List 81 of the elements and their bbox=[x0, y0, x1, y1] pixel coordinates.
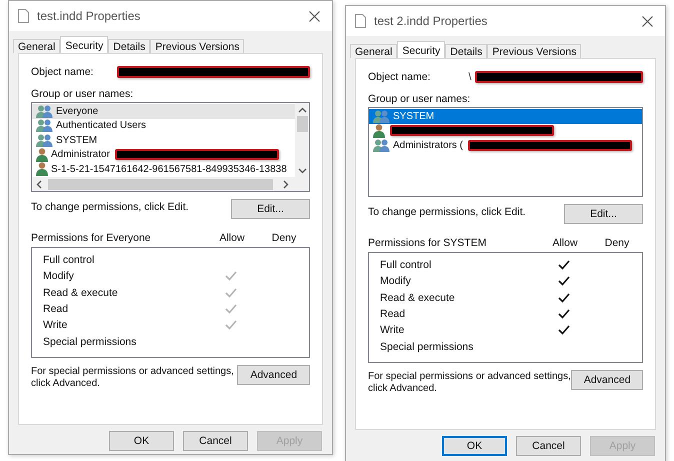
tab[interactable]: Previous Versions bbox=[487, 44, 582, 58]
user-list-item[interactable]: Everyone bbox=[32, 104, 295, 118]
user-list-item[interactable]: SYSTEM bbox=[369, 109, 642, 124]
dialog-button[interactable]: OK bbox=[442, 436, 507, 456]
advanced-button[interactable]: Advanced bbox=[237, 365, 310, 385]
dialog-button[interactable]: Cancel bbox=[516, 436, 581, 456]
tab[interactable]: General bbox=[350, 44, 398, 58]
permission-name: Full control bbox=[380, 259, 432, 272]
group-label: Group or user names: bbox=[31, 88, 134, 100]
permission-name: Special permissions bbox=[380, 340, 474, 353]
permission-name: Special permissions bbox=[43, 336, 138, 348]
scrollbar-thumb[interactable] bbox=[48, 178, 273, 190]
user-list-item[interactable]: SYSTEM bbox=[32, 133, 295, 148]
vertical-scrollbar[interactable] bbox=[295, 103, 309, 177]
object-name-label: Object name: bbox=[368, 71, 430, 83]
group-icon bbox=[373, 110, 390, 123]
group-icon bbox=[36, 119, 53, 132]
group-label: Group or user names: bbox=[368, 93, 472, 105]
window-title: test.indd Properties bbox=[37, 9, 142, 23]
horizontal-scrollbar[interactable] bbox=[32, 177, 309, 191]
group-icon bbox=[36, 104, 53, 118]
object-name-value: \ bbox=[468, 71, 472, 83]
close-icon[interactable] bbox=[309, 10, 320, 22]
deny-column-header: Deny bbox=[604, 237, 630, 249]
user-icon bbox=[36, 148, 48, 162]
permissions-heading: Permissions for Everyone bbox=[31, 232, 152, 244]
allow-column-header: Allow bbox=[218, 232, 246, 244]
user-icon bbox=[373, 124, 385, 138]
permission-name: Read bbox=[43, 303, 70, 316]
tab[interactable]: Previous Versions bbox=[150, 39, 244, 53]
user-name: Everyone bbox=[56, 106, 98, 117]
permission-name: Full control bbox=[43, 254, 96, 266]
dialog-button[interactable]: OK bbox=[109, 431, 174, 451]
tab[interactable]: Security bbox=[397, 41, 446, 58]
user-list-item[interactable]: Administrator bbox=[32, 148, 295, 162]
deny-column-header: Deny bbox=[270, 232, 298, 244]
file-icon bbox=[355, 14, 366, 28]
scroll-right-icon[interactable] bbox=[283, 180, 289, 188]
permission-name: Write bbox=[380, 324, 406, 336]
tab[interactable]: Details bbox=[445, 44, 488, 58]
group-icon bbox=[36, 134, 53, 147]
user-name: S-1-5-21-1547161642-961567581-849935346-13838 bbox=[51, 164, 287, 175]
permission-name: Modify bbox=[380, 275, 412, 288]
user-icon bbox=[36, 162, 48, 176]
permissions-heading: Permissions for SYSTEM bbox=[368, 237, 488, 249]
user-name: SYSTEM bbox=[393, 110, 434, 122]
change-permissions-text: To change permissions, click Edit. bbox=[368, 205, 526, 218]
user-list-item[interactable]: S-1-5-21-1547161642-961567581-849935346-13838 bbox=[32, 162, 295, 176]
tab[interactable]: Details bbox=[108, 39, 150, 53]
dialog-button[interactable]: Cancel bbox=[183, 431, 248, 451]
advanced-settings-text: For special permissions or advanced settings, click Advanced. bbox=[31, 365, 235, 390]
user-name: SYSTEM bbox=[56, 134, 98, 146]
permission-name: Modify bbox=[43, 270, 75, 282]
advanced-settings-text: For special permissions or advanced settings, click Advanced. bbox=[368, 370, 572, 395]
window-title: test 2.indd Properties bbox=[374, 14, 488, 28]
allow-column-header: Allow bbox=[551, 237, 579, 249]
object-name-label: Object name: bbox=[31, 66, 94, 78]
file-icon bbox=[18, 9, 29, 23]
permission-name: Read & execute bbox=[43, 286, 119, 299]
permission-name: Read bbox=[380, 308, 406, 320]
permission-name: Read & execute bbox=[380, 292, 456, 304]
close-icon[interactable] bbox=[642, 16, 653, 26]
scroll-down-icon[interactable] bbox=[298, 168, 306, 174]
permission-name: Write bbox=[43, 319, 68, 332]
group-icon bbox=[373, 138, 390, 152]
user-list[interactable]: SYSTEM Administrators ( bbox=[368, 107, 643, 197]
user-name: Administrator bbox=[51, 149, 110, 160]
tab[interactable]: General bbox=[13, 39, 60, 53]
user-name: Authenticated Users bbox=[56, 120, 146, 132]
edit-button[interactable]: Edit... bbox=[231, 199, 310, 219]
tab[interactable]: Security bbox=[60, 36, 108, 53]
user-list-item[interactable]: Authenticated Users bbox=[32, 118, 295, 133]
user-list-item[interactable]: Administrators ( bbox=[369, 138, 642, 152]
scroll-up-icon[interactable] bbox=[298, 107, 306, 113]
change-permissions-text: To change permissions, click Edit. bbox=[31, 200, 189, 213]
edit-button[interactable]: Edit... bbox=[564, 204, 643, 224]
user-list[interactable]: Everyone Authenticated Users SYSTEM Administrator S-1-5-21-1547161642-961567581-849935346-13838 bbox=[31, 102, 310, 192]
user-name: Administrators ( bbox=[393, 140, 464, 151]
scrollbar-thumb[interactable] bbox=[296, 116, 308, 132]
scroll-left-icon[interactable] bbox=[36, 180, 42, 188]
advanced-button[interactable]: Advanced bbox=[571, 370, 643, 390]
